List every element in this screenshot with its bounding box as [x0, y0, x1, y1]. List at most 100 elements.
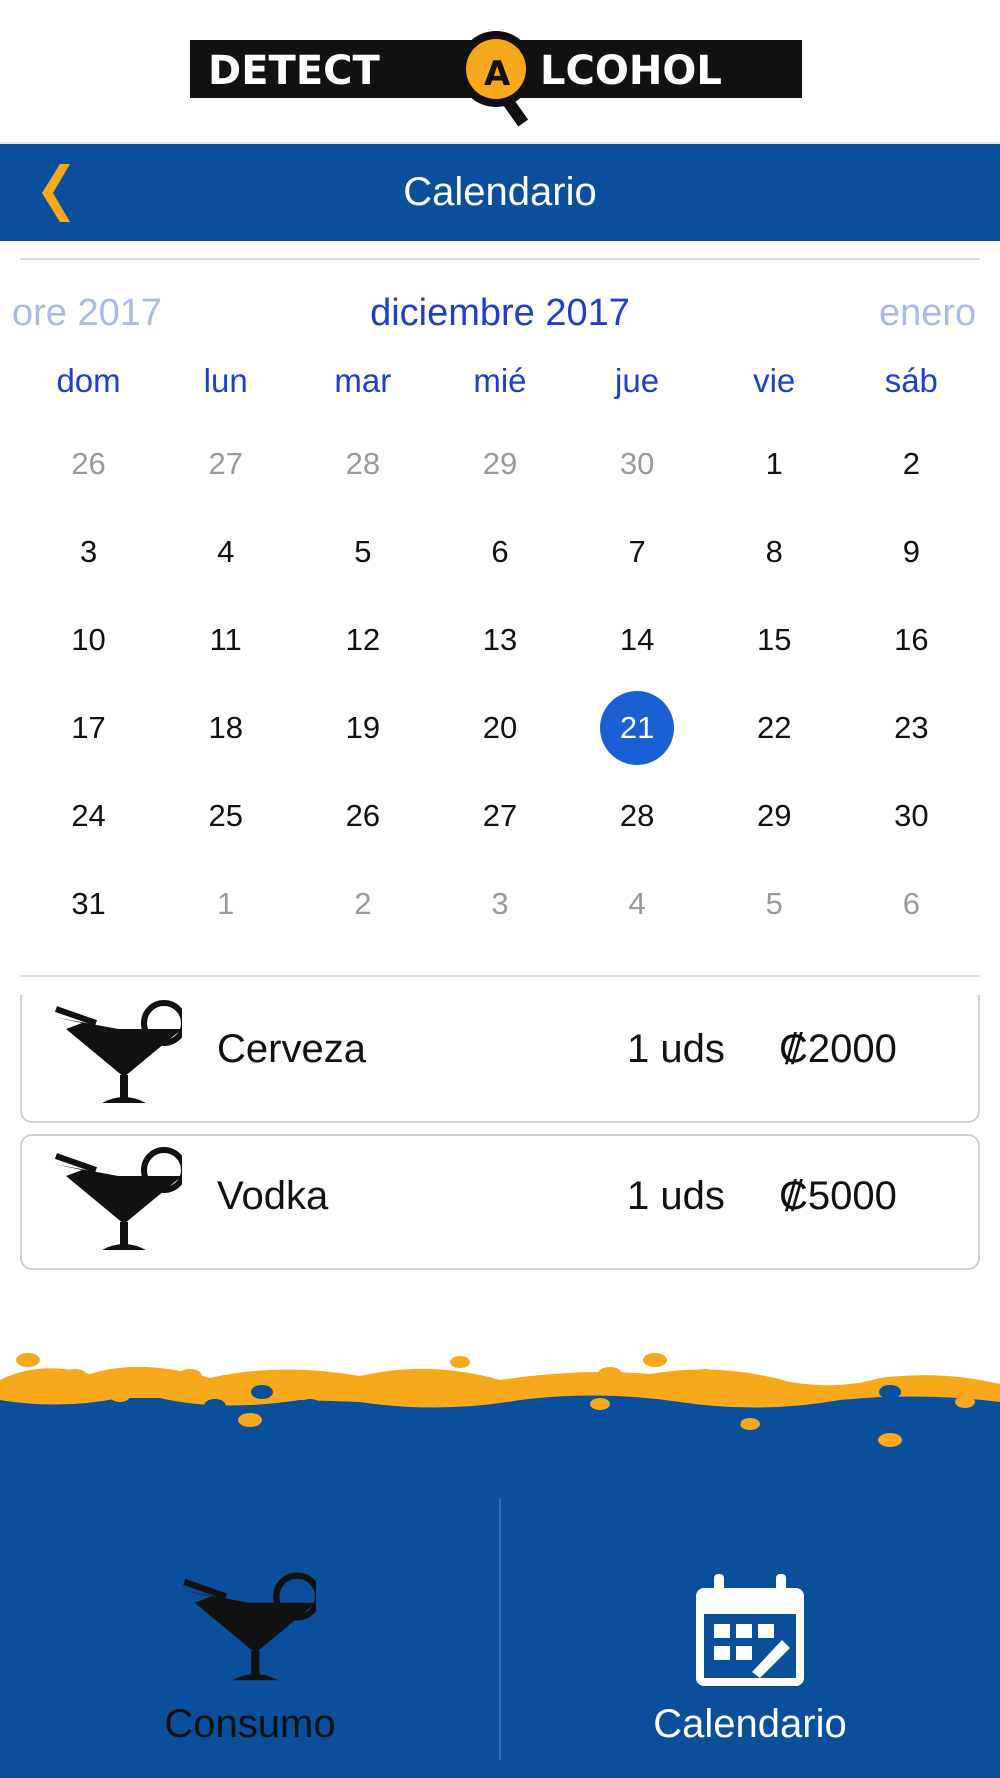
calendar-day[interactable]: 15: [706, 596, 843, 684]
calendar-day[interactable]: 16: [843, 596, 980, 684]
calendar-day[interactable]: 1: [706, 420, 843, 508]
calendar-day[interactable]: 26: [20, 420, 157, 508]
calendar-day[interactable]: 19: [294, 684, 431, 772]
calendar-day[interactable]: 23: [843, 684, 980, 772]
calendar-day[interactable]: 2: [843, 420, 980, 508]
calendar-day[interactable]: 14: [569, 596, 706, 684]
calendar-day-number: 12: [345, 622, 381, 657]
calendar-day[interactable]: 13: [431, 596, 568, 684]
calendar-day[interactable]: 6: [431, 508, 568, 596]
calendar-day[interactable]: 9: [843, 508, 980, 596]
calendar-day[interactable]: 30: [843, 772, 980, 860]
cocktail-icon: [54, 1147, 182, 1250]
calendar-day[interactable]: 31: [20, 860, 157, 948]
calendar-day[interactable]: 6: [843, 860, 980, 948]
svg-text:A: A: [484, 54, 511, 94]
svg-text:LCOHOL: LCOHOL: [540, 48, 722, 94]
drink-price: ₡2000: [779, 1027, 897, 1071]
tab-consumo[interactable]: Consumo: [0, 1462, 500, 1778]
calendar-day-number: 27: [482, 798, 518, 833]
calendar-icon: [696, 1574, 804, 1686]
weekday-label: mié: [473, 362, 527, 399]
calendar-top-divider: [20, 258, 980, 260]
calendar-day[interactable]: 7: [569, 508, 706, 596]
calendar-day[interactable]: 5: [706, 860, 843, 948]
chevron-left-icon[interactable]: [26, 158, 86, 228]
calendar-day-number: 26: [71, 446, 106, 481]
calendar-day-number: 28: [619, 798, 655, 833]
calendar-day-number: 3: [79, 534, 98, 569]
calendar-day[interactable]: 5: [294, 508, 431, 596]
calendar-day[interactable]: 2: [294, 860, 431, 948]
weekday-label: lun: [203, 362, 248, 399]
list-item[interactable]: Cerveza 1 uds ₡2000: [20, 995, 980, 1123]
calendar-day-number: 29: [757, 798, 792, 833]
nav-bar: Calendario: [0, 144, 1000, 241]
tab-calendario[interactable]: Calendario: [500, 1462, 1000, 1778]
calendar-day[interactable]: 29: [706, 772, 843, 860]
calendar-day-selected[interactable]: 21: [569, 684, 706, 772]
calendar-day-number: 30: [619, 446, 655, 481]
svg-text:DETECT: DETECT: [208, 48, 380, 94]
calendar-day-number: 27: [208, 446, 243, 481]
calendar-day[interactable]: 27: [431, 772, 568, 860]
consumption-list: Cerveza 1 uds ₡2000 Vodka 1 uds ₡5000: [20, 995, 980, 1272]
list-item[interactable]: Vodka 1 uds ₡5000: [20, 1134, 980, 1270]
calendar-day[interactable]: 12: [294, 596, 431, 684]
calendar-day-number: 11: [209, 622, 242, 657]
calendar-grid: 26 27 28 29 30 1 2 3 4 5 6 7 8 9 10 11 12 13 14 15 16 17 18 19 2…: [20, 420, 980, 948]
calendar-day-number: 5: [354, 534, 372, 569]
calendar-day-number: 1: [765, 446, 783, 481]
calendar-day[interactable]: 22: [706, 684, 843, 772]
calendar-day[interactable]: 4: [569, 860, 706, 948]
calendar-day-number: 2: [354, 886, 372, 921]
logo-bar: DETECT A LCOHOL: [0, 0, 1000, 144]
calendar-day[interactable]: 29: [431, 420, 568, 508]
calendar-day[interactable]: 25: [157, 772, 294, 860]
calendar-bottom-divider: [20, 975, 980, 977]
calendar-day-number: 6: [491, 534, 509, 569]
calendar-day[interactable]: 10: [20, 596, 157, 684]
calendar-day[interactable]: 17: [20, 684, 157, 772]
page-title: Calendario: [403, 170, 597, 214]
calendar-day[interactable]: 27: [157, 420, 294, 508]
calendar-day-number: 8: [765, 534, 783, 569]
calendar-day-number: 7: [628, 534, 646, 569]
calendar-day[interactable]: 8: [706, 508, 843, 596]
calendar-day[interactable]: 28: [569, 772, 706, 860]
calendar-day[interactable]: 3: [431, 860, 568, 948]
tab-bar: Consumo Calendario: [0, 1462, 1000, 1778]
calendar-day[interactable]: 4: [157, 508, 294, 596]
weekday-label: vie: [753, 362, 796, 399]
drink-quantity: 1 uds: [627, 1174, 725, 1218]
weekday-header: dom lun mar mié jue vie sáb: [20, 362, 980, 412]
calendar-day-number: 5: [765, 886, 783, 921]
calendar-day[interactable]: 28: [294, 420, 431, 508]
calendar-day-number: 6: [902, 886, 921, 921]
calendar-day-number: 15: [757, 622, 792, 657]
drink-price: ₡5000: [779, 1174, 897, 1218]
calendar-day-number: 30: [894, 798, 929, 833]
calendar-day[interactable]: 24: [20, 772, 157, 860]
next-month-label[interactable]: enero: [879, 292, 976, 335]
current-month-label: diciembre 2017: [370, 292, 630, 334]
calendar-day[interactable]: 1: [157, 860, 294, 948]
calendar-day[interactable]: 30: [569, 420, 706, 508]
calendar-day-number: 17: [71, 710, 106, 745]
calendar-day[interactable]: 3: [20, 508, 157, 596]
calendar-day-number: 20: [482, 710, 518, 745]
detect-alcohol-logo: DETECT A LCOHOL: [190, 31, 802, 127]
calendar-day[interactable]: 26: [294, 772, 431, 860]
drink-name: Cerveza: [217, 1027, 366, 1071]
calendar-day-number: 9: [902, 534, 921, 569]
decorative-wave: [0, 1353, 1000, 1465]
calendar-day-number: 1: [217, 886, 235, 921]
drink-quantity: 1 uds: [627, 1027, 725, 1071]
calendar-day[interactable]: 11: [157, 596, 294, 684]
calendar-day-number: 31: [71, 886, 106, 921]
weekday-label: sáb: [884, 362, 938, 399]
calendar-day[interactable]: 20: [431, 684, 568, 772]
calendar-day-number: 19: [345, 710, 381, 745]
calendar-day[interactable]: 18: [157, 684, 294, 772]
calendar-day-number: 16: [894, 622, 929, 657]
